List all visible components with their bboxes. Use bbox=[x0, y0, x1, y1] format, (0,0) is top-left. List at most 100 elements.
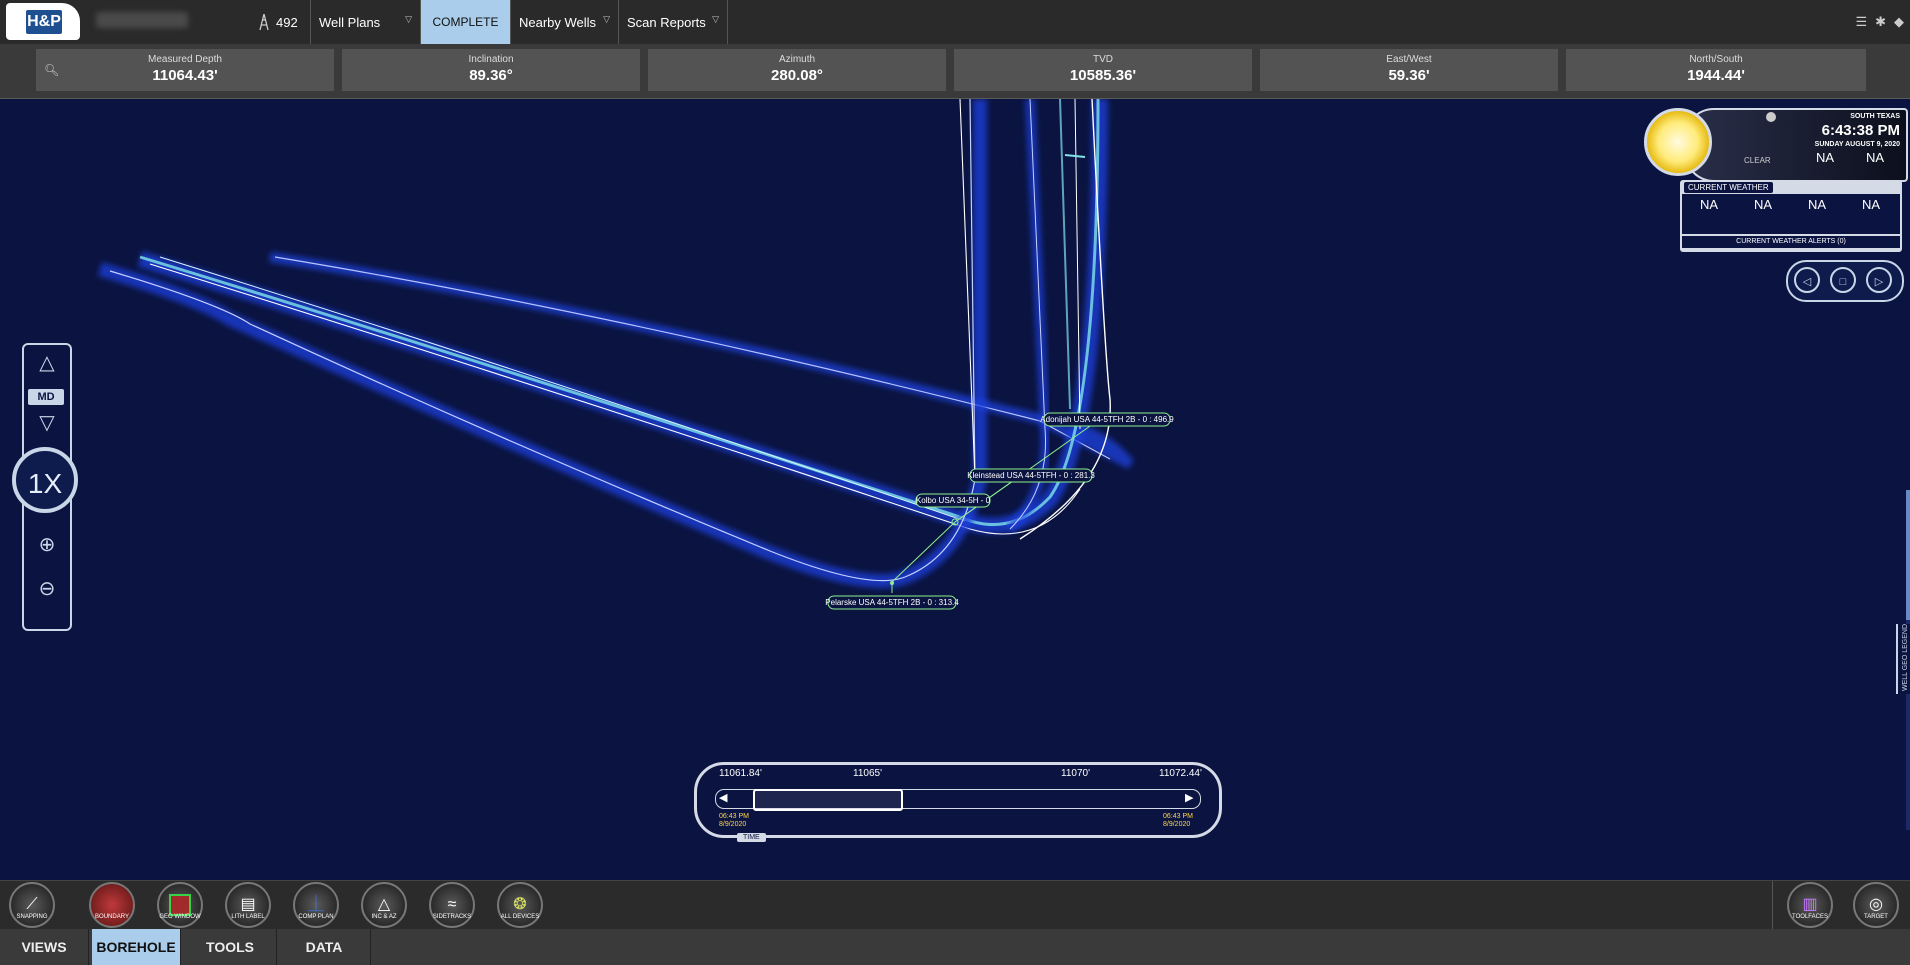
tool-inc-az[interactable]: △ INC & AZ bbox=[354, 882, 414, 930]
metric-value: 10585.36' bbox=[1069, 67, 1137, 84]
tab-data[interactable]: DATA bbox=[278, 929, 371, 965]
tab-scan-reports[interactable]: Scan Reports ▽ bbox=[618, 0, 728, 44]
tab-tools[interactable]: TOOLS bbox=[184, 929, 277, 965]
tool-snapping[interactable]: ⟋ SNAPPING bbox=[2, 882, 62, 930]
well-label-kolbo[interactable]: Kolbo USA 34-5H - 0 bbox=[915, 493, 991, 508]
timeline-mode-label[interactable]: TIME bbox=[737, 833, 766, 842]
up-arrow-icon[interactable]: △ bbox=[33, 349, 61, 377]
tool-label: ALL DEVICES bbox=[500, 914, 540, 920]
borehole-toolbar: ⟋ SNAPPING BOUNDARY GEO WINDOW ▤ LITH LA… bbox=[0, 880, 1910, 930]
timeline-end-time: 06:43 PM bbox=[1163, 813, 1193, 820]
well-label-kleinstead[interactable]: Kleinstead USA 44-5TFH - 0 : 281.3 bbox=[967, 468, 1095, 483]
top-right-icons: ☰ ✱ ◆ bbox=[1855, 14, 1904, 30]
weather-location: SOUTH TEXAS bbox=[1850, 113, 1900, 120]
wellbore-pelarske[interactable] bbox=[97, 99, 987, 588]
tool-label: BOUNDARY bbox=[95, 914, 129, 920]
well-label-pelarske[interactable]: Pelarske USA 44-5TFH 2B - 0 : 313.4 bbox=[825, 595, 959, 610]
timeline-tick: 11072.44' bbox=[1159, 768, 1202, 779]
metric-label: Azimuth bbox=[778, 54, 816, 65]
rewind-icon[interactable]: ◁ bbox=[1794, 267, 1820, 293]
metric-measured-depth: 🔍︎ Measured Depth 11064.43' bbox=[36, 49, 334, 91]
tool-target[interactable]: ◎ TARGET bbox=[1846, 882, 1906, 930]
pin-icon[interactable]: ◆ bbox=[1894, 14, 1904, 30]
lith-label-icon: ▤ bbox=[225, 882, 271, 928]
metric-value: 11064.43' bbox=[152, 67, 218, 84]
tab-views[interactable]: VIEWS bbox=[0, 929, 89, 965]
stop-icon[interactable]: □ bbox=[1830, 267, 1856, 293]
menu-icon[interactable]: ☰ bbox=[1855, 14, 1867, 30]
moon-icon bbox=[1766, 112, 1776, 122]
tool-label: INC & AZ bbox=[371, 914, 397, 920]
search-icon[interactable]: 🔍︎ bbox=[44, 63, 59, 77]
weather-widget: SOUTH TEXAS 6:43:38 PM SUNDAY AUGUST 9, … bbox=[1636, 106, 1908, 254]
down-arrow-icon[interactable]: ▽ bbox=[33, 409, 61, 437]
tab-borehole[interactable]: BOREHOLE bbox=[92, 929, 181, 965]
tool-toolfaces[interactable]: ▥ TOOLFACES bbox=[1780, 882, 1840, 930]
weather-alerts[interactable]: CURRENT WEATHER ALERTS (0) bbox=[1682, 236, 1900, 248]
weather-value: NA bbox=[1861, 197, 1881, 212]
timeline-range-handle[interactable] bbox=[753, 789, 903, 811]
well-label-text: Adonijah USA 44-5TFH 2B - 0 : 496.9 bbox=[1040, 415, 1174, 424]
md-toggle[interactable]: MD bbox=[28, 389, 64, 405]
metric-inclination: Inclination 89.36° bbox=[342, 49, 640, 91]
well-label-text: Kolbo USA 34-5H - 0 bbox=[916, 496, 991, 505]
zoom-out-icon[interactable]: ⊖ bbox=[33, 575, 61, 603]
metric-north-south: North/South 1944.44' bbox=[1566, 49, 1866, 91]
company-logo[interactable]: H&P bbox=[6, 3, 80, 40]
sun-icon bbox=[1644, 108, 1712, 176]
metric-value: 280.08° bbox=[771, 67, 823, 84]
zoom-level-indicator[interactable]: 1X bbox=[12, 447, 78, 513]
metric-label: TVD bbox=[1093, 54, 1113, 65]
tool-boundary[interactable]: BOUNDARY bbox=[82, 882, 142, 930]
timeline-tick: 11070' bbox=[1061, 768, 1090, 779]
chevron-down-icon: ▽ bbox=[712, 14, 719, 24]
tab-nearby-wells[interactable]: Nearby Wells ▽ bbox=[510, 0, 618, 44]
tool-lith-label[interactable]: ▤ LITH LABEL bbox=[218, 882, 278, 930]
tool-label: SNAPPING bbox=[16, 914, 48, 920]
tool-all-devices[interactable]: ❂ ALL DEVICES bbox=[490, 882, 550, 930]
well-label-text: Kleinstead USA 44-5TFH - 0 : 281.3 bbox=[967, 471, 1095, 480]
well-geo-legend-tab[interactable]: WELL GEO LEGEND bbox=[1896, 624, 1910, 694]
tool-label: SIDETRACKS bbox=[432, 914, 472, 920]
metric-value: 59.36' bbox=[1388, 67, 1430, 84]
timeline-right-arrow-icon[interactable]: ▶ bbox=[1185, 791, 1193, 804]
tool-label: TOOLFACES bbox=[1792, 914, 1828, 920]
comp-plan-icon: ⏊ bbox=[293, 882, 339, 928]
play-icon[interactable]: ▷ bbox=[1866, 267, 1892, 293]
tool-comp-plan[interactable]: ⏊ COMP PLAN bbox=[286, 882, 346, 930]
timeline-left-arrow-icon[interactable]: ◀ bbox=[719, 791, 727, 804]
tab-scan-reports-label: Scan Reports bbox=[627, 14, 706, 30]
top-bar: H&P 492 Well Plans ▽ COMPLETE Nearby Wel… bbox=[0, 0, 1910, 45]
toolbar-divider bbox=[1772, 881, 1773, 929]
wellbore-kleinstead[interactable] bbox=[137, 99, 1108, 535]
target-icon: ◎ bbox=[1853, 882, 1899, 928]
current-weather-values: NA NA NA NA bbox=[1682, 194, 1900, 234]
scroll-thumb[interactable] bbox=[1906, 490, 1910, 620]
current-weather-panel: CURRENT WEATHER NA NA NA NA CURRENT WEAT… bbox=[1680, 180, 1902, 252]
tab-tools-label: TOOLS bbox=[206, 939, 254, 955]
well-label-adonijah[interactable]: Adonijah USA 44-5TFH 2B - 0 : 496.9 bbox=[1040, 412, 1174, 427]
md-label-text: MD bbox=[37, 391, 55, 403]
weather-value: NA bbox=[1807, 197, 1827, 212]
tab-well-plans[interactable]: Well Plans ▽ bbox=[310, 0, 420, 44]
tool-sidetracks[interactable]: ≈ SIDETRACKS bbox=[422, 882, 482, 930]
tool-geo-window[interactable]: GEO WINDOW bbox=[150, 882, 210, 930]
weather-value: NA bbox=[1816, 150, 1835, 165]
timeline-start: 06:43 PM 8/9/2020 bbox=[719, 813, 749, 829]
timeline-tick: 11065' bbox=[853, 768, 882, 779]
logo-text: H&P bbox=[26, 10, 62, 34]
chevron-down-icon: ▽ bbox=[405, 14, 412, 24]
gear-icon[interactable]: ✱ bbox=[1875, 14, 1886, 30]
zoom-in-icon[interactable]: ⊕ bbox=[33, 531, 61, 559]
tab-views-label: VIEWS bbox=[21, 939, 67, 955]
tab-complete[interactable]: COMPLETE bbox=[420, 0, 510, 44]
well-name-redacted bbox=[96, 12, 188, 28]
timeline-start-date: 8/9/2020 bbox=[719, 821, 747, 828]
timeline-tick: 11061.84' bbox=[719, 768, 762, 779]
chevron-down-icon: ▽ bbox=[603, 14, 610, 24]
tab-well-plans-label: Well Plans bbox=[319, 14, 381, 30]
toolfaces-icon: ▥ bbox=[1787, 882, 1833, 928]
metric-azimuth: Azimuth 280.08° bbox=[648, 49, 946, 91]
timeline-start-time: 06:43 PM bbox=[719, 813, 749, 820]
snapping-icon: ⟋ bbox=[9, 882, 55, 928]
